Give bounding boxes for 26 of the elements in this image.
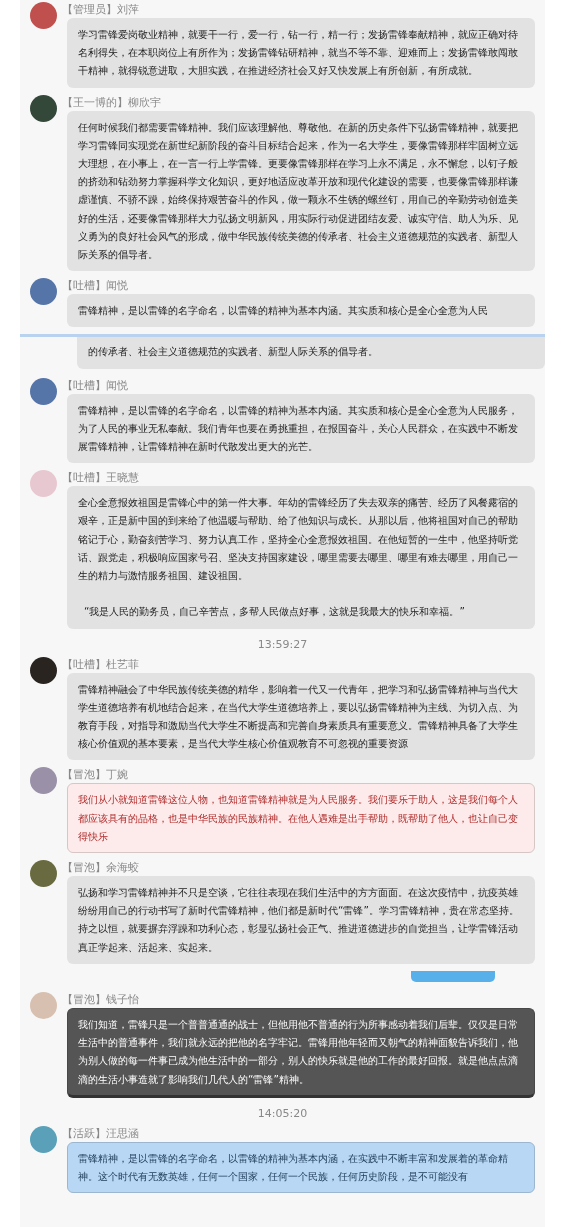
sender-name: 【冒泡】钱子怡 (62, 991, 140, 1008)
sender-name: 【冒泡】余海蛟 (62, 860, 140, 877)
avatar[interactable] (30, 94, 57, 122)
message-text: 全心全意报效祖国是雷锋心中的第一件大事。年幼的雷锋经历了失去双亲的痛苦、经历了风餐露宿的艰辛，正是新中国的到来给了他温暖与帮助、给了他知识与成长。从那以后，他将祖国对自己的帮助铭记于心，勤奋刻苦学习、努力认真工作，坚持全心全意报效祖国。在他短暂的一生中，他坚持听党话、跟党走，积极响应国家号召、坚决支持国家建设，哪里需要去哪里、哪里有难去哪里，用自己一生的精力与激情服务祖国、建设祖国。 (78, 495, 519, 584)
message-text: 雷锋精神，是以雷锋的名字命名，以雷锋的精神为基本内涵。其实质和核心是全心全意为人民 (78, 303, 489, 319)
message-text: 我们从小就知道雷锋这位人物，也知道雷锋精神就是为人民服务。我们要乐于助人，这是我们每个人都应该具有的品格，也是中华民族的民族精神。在他人遇难是出手帮助，既帮助了他人，也让自己变得快乐 (78, 792, 519, 844)
sender-name: 【王一博的】柳欣宇 (62, 94, 162, 111)
sender-name: 【吐槽】闻悦 (62, 278, 129, 295)
message-text: 弘扬和学习雷锋精神并不只是空谈，它往往表现在我们生活中的方方面面。在这次疫情中，抗疫英雄纷纷用自己的行动书写了新时代雷锋精神，他们都是新时代“雷锋”。学习雷锋精神，贵在常态坚持。持之以恒，就要摒弃浮躁和功利心态，彰显弘扬社会正气、推进道德进步的自觉担当，让学雷锋活动真正学起来、活起来、实起来。 (78, 885, 520, 955)
timestamp: 13:59:27 (256, 636, 309, 653)
message-text: 雷锋精神，是以雷锋的名字命名，以雷锋的精神为基本内涵。其实质和核心是全心全意为人民服务，为了人民的事业无私奉献。我们青年也要在勇挑重担，在报国奋斗，关心人民群众，在实践中不断发展雷锋精神，让雷锋精神在新时代散发出更大的光芒。 (78, 402, 519, 455)
quote-text: “我是人民的勤务员，自己辛苦点，多帮人民做点好事，这就是我最大的快乐和幸福。” (83, 604, 466, 620)
sender-name: 【活跃】汪思涵 (62, 1125, 140, 1142)
message-text: 任何时候我们都需要雷锋精神。我们应该理解他、尊敬他。在新的历史条件下弘扬雷锋精神，就要把学习雷锋同实现党在新世纪新阶段的奋斗目标结合起来，作为一名大学生，要像雷锋那样牢固树立远大理想，在小事上，在一言一行上学雷锋。更要像雷锋那样在学习上永不满足，永不懈怠，以钉子般的挤劲和钻劲努力掌握科学文化知识，更好地适应改革开放和现代化建设的需要，也要像雷锋那样谦虚谨慎、不骄不躁，始终保持艰苦奋斗的作风，做一颗永不生锈的螺丝钉，用自己的辛勤劳动创造美好的生活，还要像雷锋那样大力弘扬文明新风，用实际行动促进团结友爱、诚实守信、助人为乐、见义勇为的良好社会风气的形成，做中华民族传统美德的传承者、社会主义道德规范的实践者、新型人际关系的倡导者。 (78, 119, 519, 263)
message-text: 的传承者、社会主义道德规范的实践者、新型人际关系的倡导者。 (88, 344, 379, 360)
sender-name: 【吐槽】闻悦 (62, 377, 129, 394)
avatar[interactable] (30, 656, 57, 684)
sender-name: 【冒泡】丁婉 (62, 767, 129, 784)
sender-name: 【吐槽】杜艺菲 (62, 656, 140, 673)
message-text: 学习雷锋爱岗敬业精神，就要干一行，爱一行，钻一行，精一行；发扬雷锋奉献精神，就应正确对待名利得失，在本职岗位上有所作为；发扬雷锋钻研精神，就当不等不靠、迎难而上；发扬雷锋敢闯敢干精神，就得锐意进取，大胆实践，在推进经济社会又好又快发展上有所创新，有所成就。 (78, 27, 519, 79)
message-text: 我们知道，雷锋只是一个普普通通的战士，但他用他不普通的行为所事感动着我们后辈。仅仅是日常生活中的普通事件，我们就永远的把他的名字牢记。雷锋用他年轻而又朝气的精神面貌告诉我们，他为别人做的每一件事已成为他生活中的一部分，别人的快乐就是他的工作的最好回报。就是他点点滴滴的生活小事造就了影响我们几代人的“雷锋”精神。 (78, 1016, 519, 1087)
sender-name: 【吐槽】王晓慧 (62, 470, 140, 487)
message-text: 雷锋精神融会了中华民族传统美德的精华，影响着一代又一代青年，把学习和弘扬雷锋精神与当代大学生道德培养有机地结合起来，在当代大学生道德培养上，要以弘扬雷锋精神为主线、为切入点、为教育手段，对指导和激励当代大学生不断提高和完善自身素质具有重要意义。雷锋精神具备了大学生核心价值观的基本要素，是当代大学生核心价值观教育不可忽视的重要资源 (78, 681, 519, 752)
message-text: 雷锋精神，是以雷锋的名字命名，以雷锋的精神为基本内涵，在实践中不断丰富和发展着的革命精神。这个时代有无数英雄，任何一个国家，任何一个民族，任何历史阶段，是不可能没有 (78, 1150, 509, 1184)
sender-name: 【管理员】刘萍 (62, 2, 140, 18)
timestamp: 14:05:20 (256, 1105, 309, 1122)
